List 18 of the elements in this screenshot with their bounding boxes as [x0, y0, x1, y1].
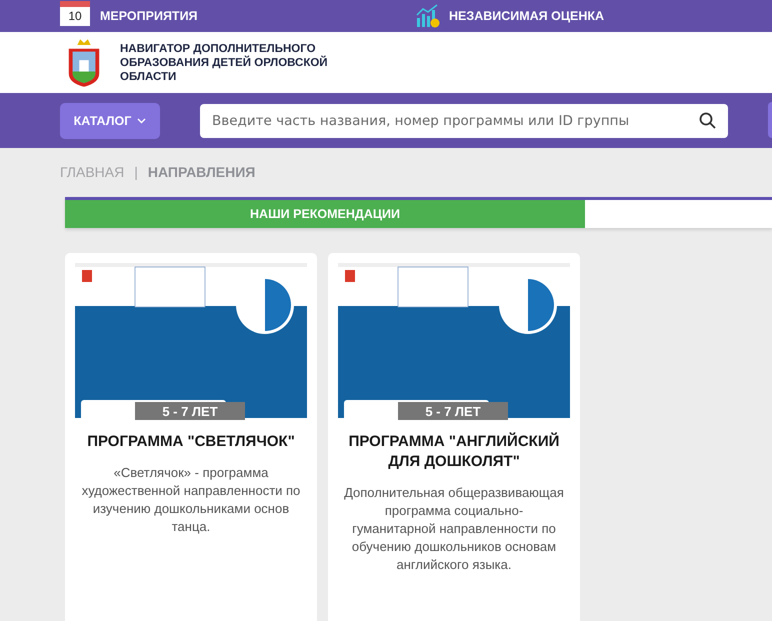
catalog-button[interactable]: КАТАЛОГ [60, 102, 160, 138]
age-badge: 5 - 7 ЛЕТ [398, 402, 508, 420]
site-title: НАВИГАТОР ДОПОЛНИТЕЛЬНОГО ОБРАЗОВАНИЯ ДЕТЕЙ ОРЛОВСКОЙ ОБЛАСТИ [120, 42, 329, 84]
age-badge: 5 - 7 ЛЕТ [135, 402, 245, 420]
card-description: «Светлячок» - программа художественной направленности по изучению дошкольниками основ танца. [81, 464, 301, 536]
card-title: ПРОГРАММА "АНГЛИЙСКИЙ ДЛЯ ДОШКОЛЯТ" [348, 432, 560, 472]
card-description: Дополнительная общеразвивающая программа социально-гуманитарной направленности по обучению дошкольников основам английского языка. [344, 484, 564, 574]
growth-chart-icon[interactable] [416, 4, 440, 28]
program-card[interactable]: 5 - 7 ЛЕТ ПРОГРАММА "АНГЛИЙСКИЙ ДЛЯ ДОШКОЛЯТ" Дополнительная общеразвивающая программа социально-гуманитарной направленности по обучению дошкольников основам английского языка. [328, 253, 580, 621]
nav-link[interactable]: МЕРОПРИЯТИЯ [100, 9, 198, 23]
nav-link[interactable]: НЕЗАВИСИМАЯ ОЦЕНКА [449, 9, 604, 23]
breadcrumb-separator: | [134, 164, 138, 180]
search-icon[interactable] [699, 112, 716, 128]
calendar-date[interactable]: 10 [60, 0, 90, 26]
search-field[interactable]: Введите часть названия, номер программы или ID группы [200, 104, 728, 138]
chevron-down-icon [137, 118, 146, 124]
program-card[interactable]: 5 - 7 ЛЕТ ПРОГРАММА "СВЕТЛЯЧОК" «Светлячок» - программа художественной направленности по изучению дошкольниками основ танца. [65, 253, 317, 621]
card-title: ПРОГРАММА "СВЕТЛЯЧОК" [86, 432, 296, 452]
